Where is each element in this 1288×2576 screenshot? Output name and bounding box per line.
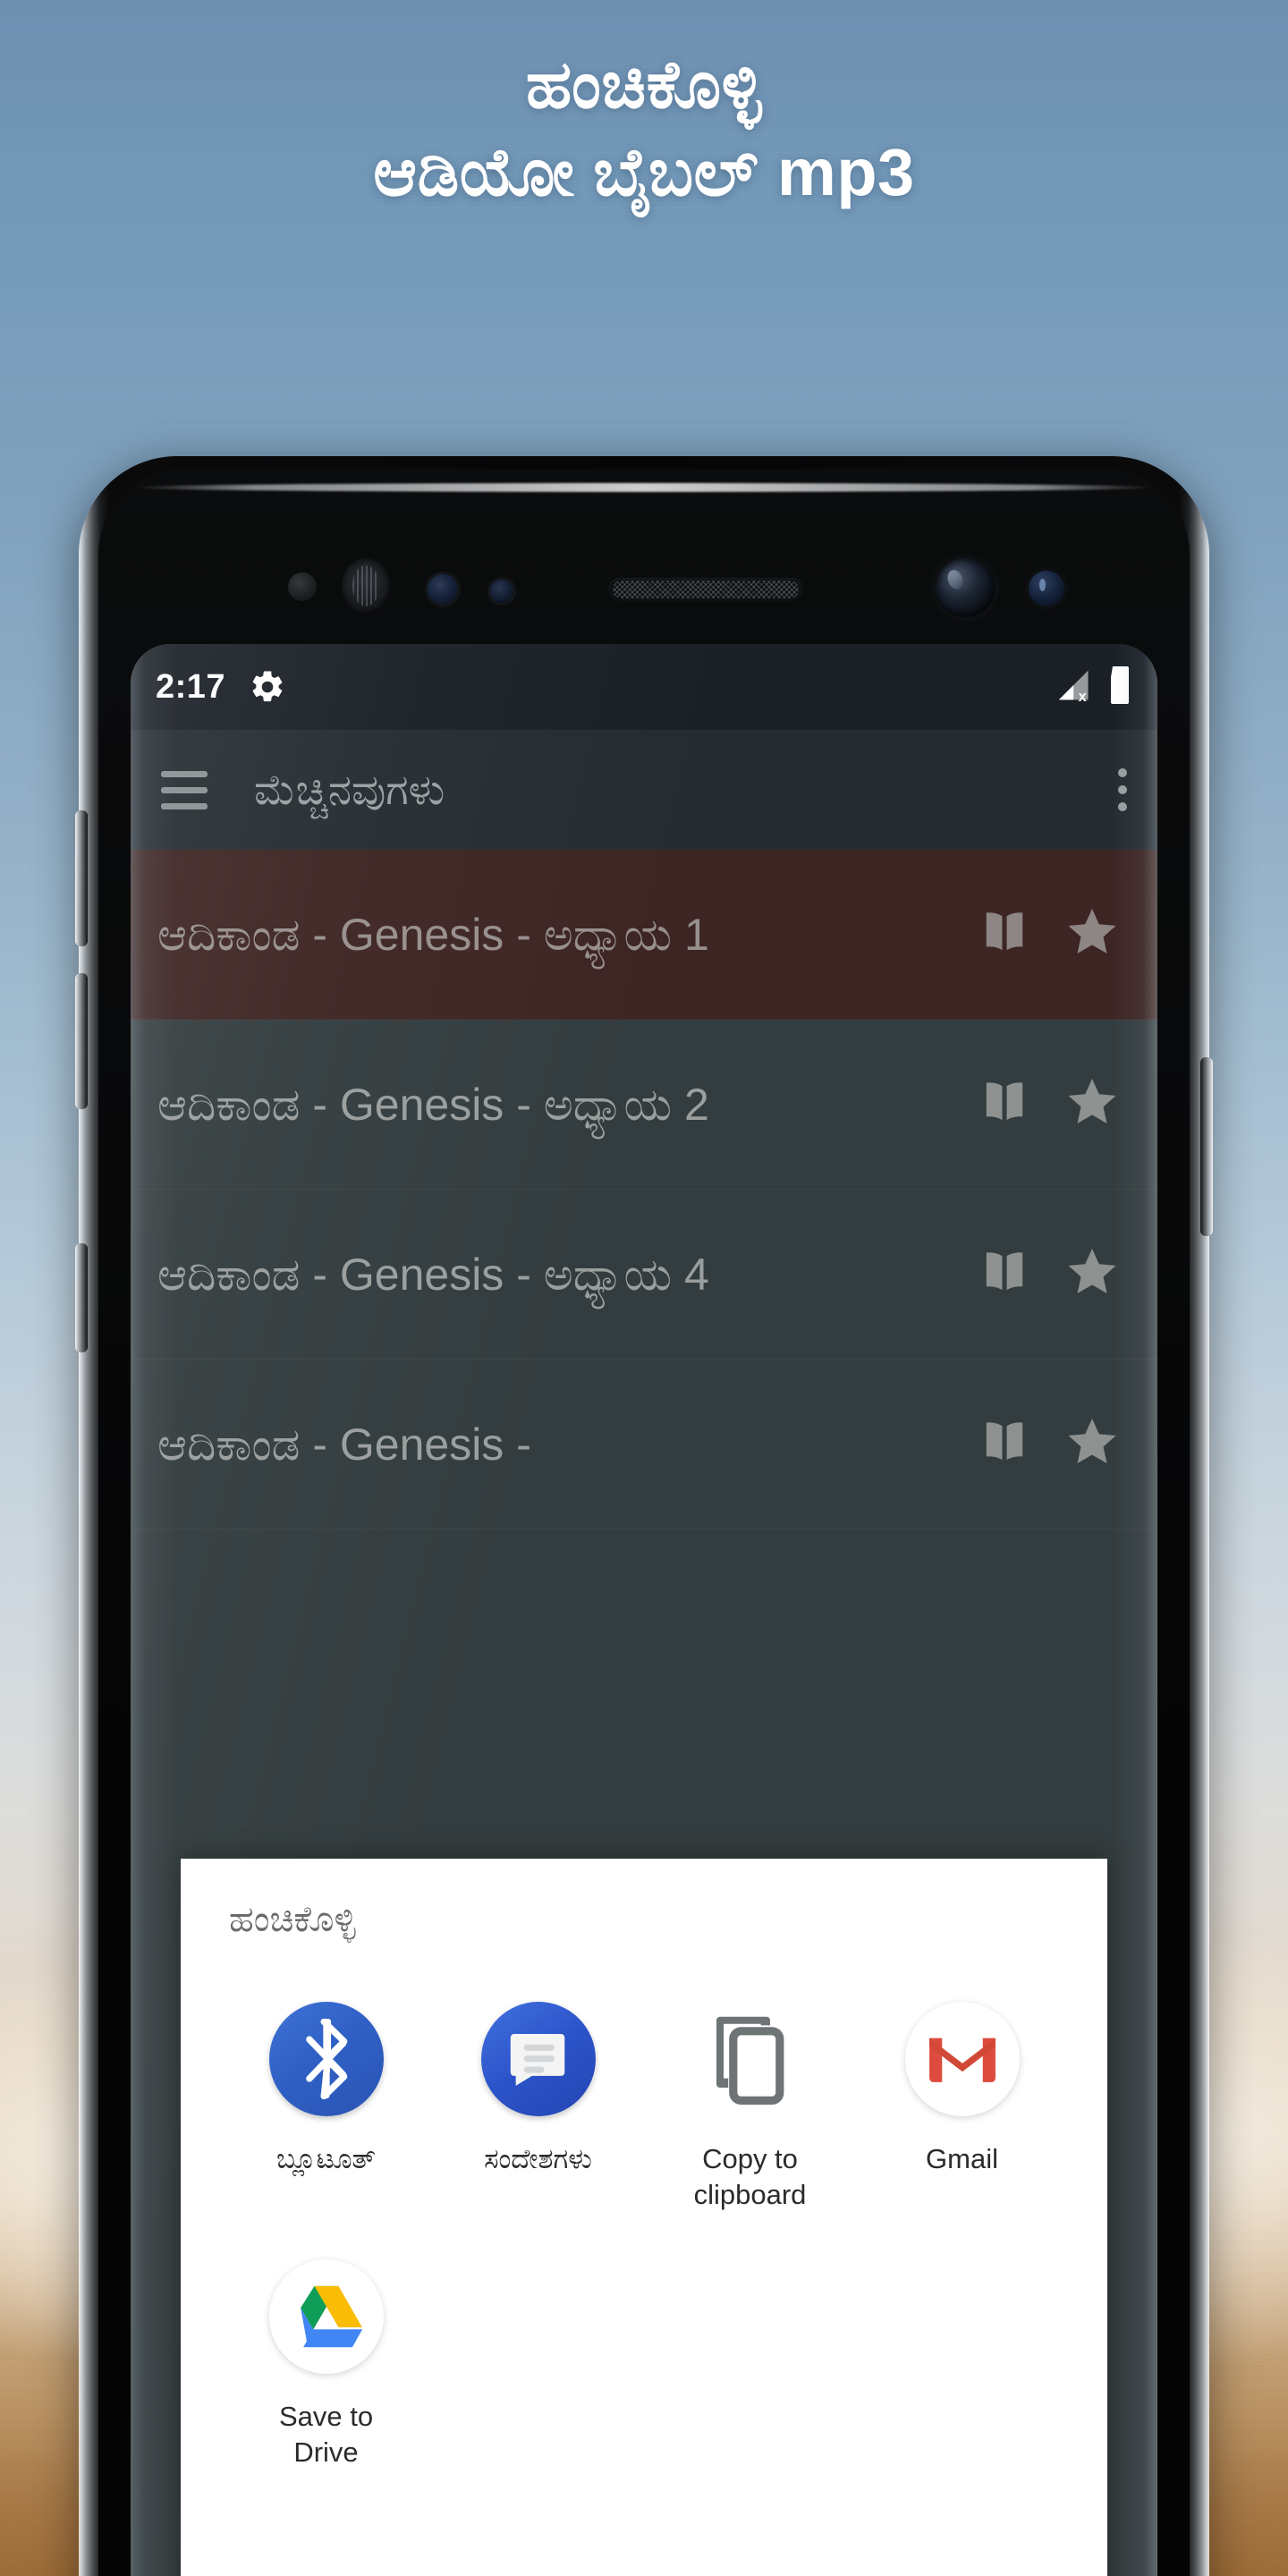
phone-glass-highlight	[131, 483, 1157, 492]
bluetooth-icon	[267, 2000, 386, 2118]
share-sheet: ಹಂಚಿಕೊಳ್ಳಿ ಬ್ಲೂಟೂತ್ ಸಂದೇಶಗಳು Copy to cli…	[181, 1859, 1107, 2576]
chapter-title: ಆದಿಕಾಂಡ - Genesis - ಅಧ್ಯಾಯ 2	[157, 1079, 709, 1130]
chapter-title: ಆದಿಕಾಂಡ - Genesis - ಅಧ್ಯಾಯ 4	[157, 1249, 709, 1300]
promo-title-line1: ಹಂಚಿಕೊಳ್ಳಿ	[525, 47, 763, 122]
row-actions	[977, 1075, 1125, 1133]
hamburger-menu-icon[interactable]	[161, 770, 208, 809]
status-bar-indicators: x	[1055, 665, 1132, 710]
iris-scanner-icon	[342, 558, 390, 614]
chapter-title: ಆದಿಕಾಂಡ - Genesis -	[157, 1419, 531, 1470]
copy-to-clipboard-icon	[691, 2000, 809, 2118]
book-icon[interactable]	[977, 1250, 1032, 1298]
star-filled-icon[interactable]	[1064, 1245, 1120, 1303]
status-bar: 2:17 x	[131, 644, 1157, 730]
chapter-list[interactable]: ಆದಿಕಾಂಡ - Genesis - ಅಧ್ಯಾಯ 1 ಆದಿಕಾಂಡ - G…	[131, 850, 1157, 1530]
signal-no-service-icon: x	[1055, 667, 1095, 708]
share-target-save-to-drive[interactable]: Save to Drive	[220, 2249, 432, 2487]
light-sensor-icon	[428, 574, 458, 605]
messages-icon	[479, 2000, 597, 2118]
proximity-sensor-icon	[288, 572, 317, 601]
assistant-button[interactable]	[75, 1243, 88, 1352]
google-drive-icon	[267, 2258, 386, 2376]
share-target-messages[interactable]: ಸಂದೇಶಗಳು	[432, 1991, 644, 2229]
promo-title-line2: ಆಡಿಯೋ ಬೈಬಲ್ mp3	[373, 135, 915, 209]
power-button[interactable]	[1200, 1057, 1213, 1236]
star-filled-icon[interactable]	[1064, 1075, 1120, 1133]
row-actions	[977, 905, 1125, 963]
phone-mockup: 2:17 x ಮೆಚ್ಚಿನವುಗಳು ಆದಿಕಾಂಡ - Genesis - …	[75, 456, 1213, 2576]
book-icon[interactable]	[977, 1420, 1032, 1468]
page-title: ಮೆಚ್ಚಿನವುಗಳು	[254, 766, 445, 814]
share-target-label: ಬ್ಲೂಟೂತ್	[276, 2143, 376, 2174]
ambient-sensor-icon	[490, 580, 513, 603]
table-row[interactable]: ಆದಿಕಾಂಡ - Genesis - ಅಧ್ಯಾಯ 4	[131, 1190, 1157, 1360]
share-target-label: ಸಂದೇಶಗಳು	[484, 2143, 592, 2174]
book-icon[interactable]	[977, 911, 1032, 958]
overflow-menu-icon[interactable]	[1118, 768, 1127, 811]
chapter-title: ಆದಿಕಾಂಡ - Genesis - ಅಧ್ಯಾಯ 1	[157, 909, 709, 960]
phone-body: 2:17 x ಮೆಚ್ಚಿನವುಗಳು ಆದಿಕಾಂಡ - Genesis - …	[98, 469, 1190, 2576]
phone-screen: 2:17 x ಮೆಚ್ಚಿನವುಗಳು ಆದಿಕಾಂಡ - Genesis - …	[131, 644, 1157, 2576]
book-icon[interactable]	[977, 1080, 1032, 1128]
app-toolbar: ಮೆಚ್ಚಿನವುಗಳು	[131, 730, 1157, 850]
promo-title: ಹಂಚಿಕೊಳ್ಳಿ ಆಡಿಯೋ ಬೈಬಲ್ mp3	[0, 41, 1288, 216]
star-filled-icon[interactable]	[1064, 1415, 1120, 1473]
front-camera-icon	[936, 558, 995, 617]
row-actions	[977, 1415, 1125, 1473]
share-target-bluetooth[interactable]: ಬ್ಲೂಟೂತ್	[220, 1991, 432, 2229]
table-row[interactable]: ಆದಿಕಾಂಡ - Genesis - ಅಧ್ಯಾಯ 1	[131, 850, 1157, 1020]
star-filled-icon[interactable]	[1064, 905, 1120, 963]
volume-down-button[interactable]	[75, 973, 88, 1109]
share-target-gmail[interactable]: Gmail	[856, 1991, 1068, 2229]
share-target-label: Save to Drive	[278, 2401, 374, 2468]
status-bar-clock: 2:17	[156, 667, 226, 706]
share-target-label: Copy to clipboard	[693, 2143, 807, 2210]
gear-icon	[249, 668, 286, 706]
share-target-grid: ಬ್ಲೂಟೂತ್ ಸಂದೇಶಗಳು Copy to clipboard Gmai…	[220, 1991, 1068, 2487]
battery-icon	[1107, 665, 1132, 710]
table-row[interactable]: ಆದಿಕಾಂಡ - Genesis -	[131, 1360, 1157, 1530]
share-target-copy-to-clipboard[interactable]: Copy to clipboard	[644, 1991, 856, 2229]
volume-up-button[interactable]	[75, 810, 88, 946]
share-target-label: Gmail	[926, 2143, 998, 2174]
share-sheet-title: ಹಂಚಿಕೊಳ್ಳಿ	[229, 1900, 356, 1939]
svg-text:x: x	[1079, 689, 1087, 703]
table-row[interactable]: ಆದಿಕಾಂಡ - Genesis - ಅಧ್ಯಾಯ 2	[131, 1020, 1157, 1190]
earpiece-speaker-icon	[608, 578, 803, 601]
row-actions	[977, 1245, 1125, 1303]
gmail-icon	[903, 2000, 1021, 2118]
secondary-camera-icon	[1029, 571, 1064, 606]
